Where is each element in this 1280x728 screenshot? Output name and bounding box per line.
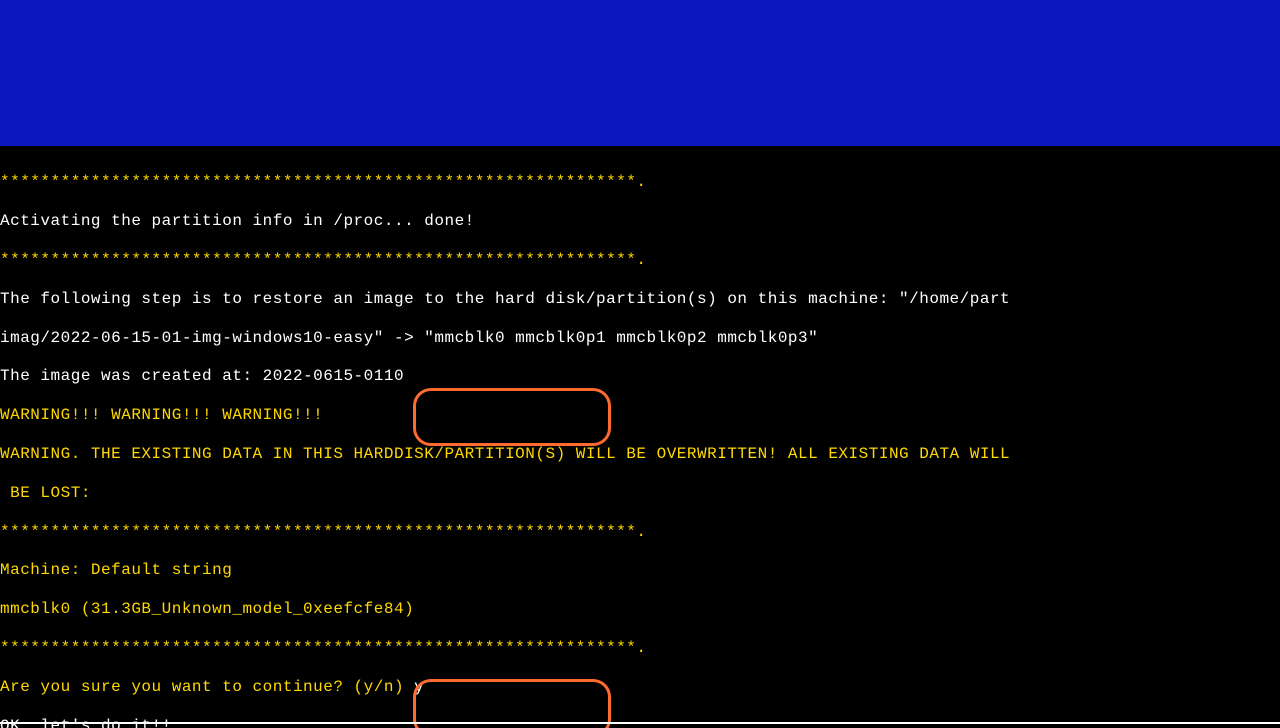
- user-input-y: y: [414, 678, 424, 696]
- separator-line: ****************************************…: [0, 251, 1280, 270]
- warning-overwrite-line-2: BE LOST:: [0, 484, 1280, 503]
- blue-banner: [0, 0, 1280, 146]
- activating-partition-line: Activating the partition info in /proc..…: [0, 212, 1280, 231]
- separator-line: ****************************************…: [0, 639, 1280, 658]
- disk-info-line: mmcblk0 (31.3GB_Unknown_model_0xeefcfe84…: [0, 600, 1280, 619]
- confirm-prompt-1[interactable]: Are you sure you want to continue? (y/n)…: [0, 678, 1280, 697]
- confirm-prompt-text: Are you sure you want to continue? (y/n): [0, 678, 414, 696]
- terminal-screen: ****************************************…: [0, 0, 1280, 728]
- machine-line: Machine: Default string: [0, 561, 1280, 580]
- terminal-output[interactable]: ****************************************…: [0, 154, 1280, 728]
- image-created-line: The image was created at: 2022-0615-0110: [0, 367, 1280, 386]
- separator-line: ****************************************…: [0, 523, 1280, 542]
- warning-triple-line: WARNING!!! WARNING!!! WARNING!!!: [0, 406, 1280, 425]
- bottom-divider: [0, 722, 1280, 724]
- restore-step-line-2: imag/2022-06-15-01-img-windows10-easy" -…: [0, 329, 1280, 348]
- warning-overwrite-line-1: WARNING. THE EXISTING DATA IN THIS HARDD…: [0, 445, 1280, 464]
- restore-step-line-1: The following step is to restore an imag…: [0, 290, 1280, 309]
- separator-line: ****************************************…: [0, 173, 1280, 192]
